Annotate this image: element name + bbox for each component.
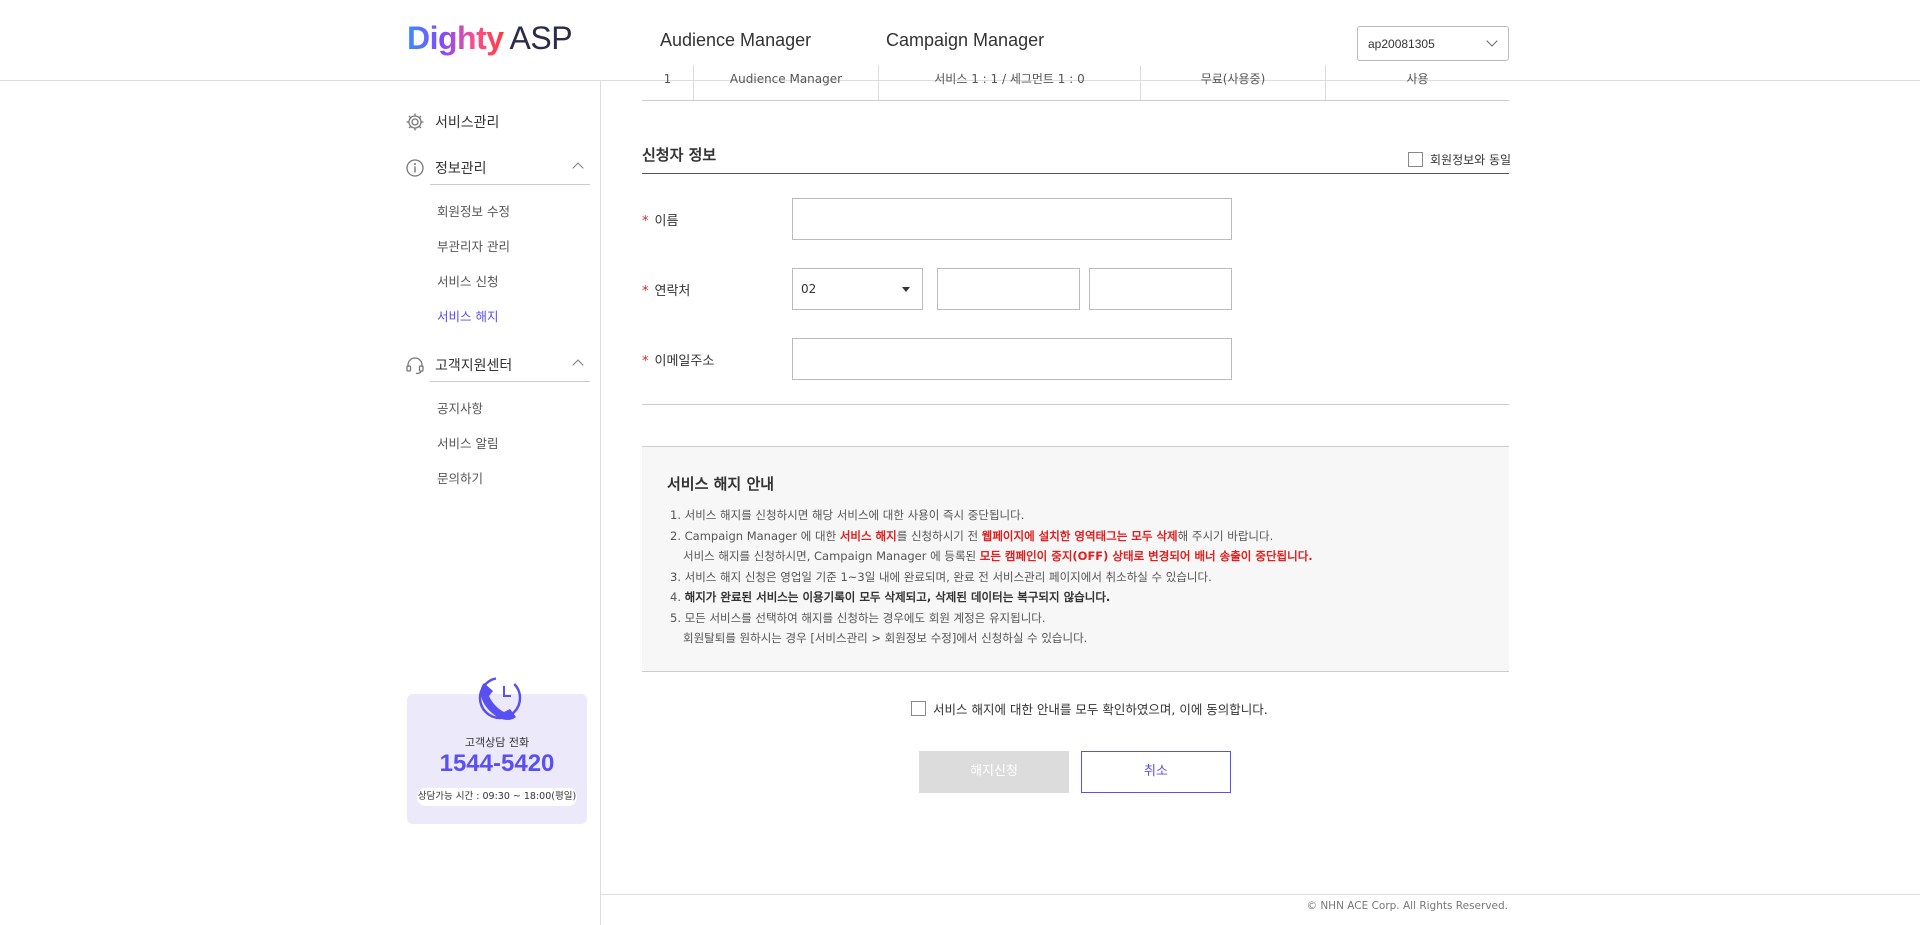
required-mark: * xyxy=(642,284,649,299)
notice-highlight: 서비스 해지 xyxy=(839,528,897,543)
phone-label-text: 연락처 xyxy=(654,284,691,299)
notice-highlight: 모든 캠페인이 중지(OFF) 상태로 변경되어 배너 송출이 중단됩니다. xyxy=(979,549,1313,563)
phone-last-input[interactable] xyxy=(1089,268,1232,310)
notice-highlight: 웹페이지에 설치한 영역태그는 모두 삭제 xyxy=(981,528,1178,543)
notice-emphasis: 해지가 완료된 서비스는 이용기록이 모두 삭제되고, 삭제된 데이터는 복구되… xyxy=(684,590,1111,604)
phone-prefix-select[interactable]: 02 xyxy=(792,268,923,310)
footer-divider xyxy=(601,894,1920,895)
section-divider xyxy=(642,173,1509,174)
cancel-notice-box: 서비스 해지 안내 1. 서비스 해지를 신청하시면 해당 서비스에 대한 사용… xyxy=(642,446,1509,672)
chevron-up-icon[interactable] xyxy=(572,359,584,371)
sidebar-item-service-alert[interactable]: 서비스 알림 xyxy=(405,426,590,461)
cs-phone-number: 1544-5420 xyxy=(439,750,555,777)
agree-label: 서비스 해지에 대한 안내를 모두 확인하였으며, 이에 동의합니다. xyxy=(933,702,1268,717)
account-select[interactable]: ap20081305 xyxy=(1357,26,1509,61)
table-cell: Audience Manager xyxy=(694,65,879,100)
sidebar-group-underline xyxy=(430,381,590,382)
sidebar-group-label: 정보관리 xyxy=(435,161,487,177)
phone-prefix-value: 02 xyxy=(801,282,817,296)
table-cell: 무료(사용중) xyxy=(1141,65,1326,100)
logo-brand: Dighty xyxy=(407,20,504,56)
form-divider xyxy=(642,404,1509,405)
chevron-down-icon xyxy=(1486,35,1498,47)
required-mark: * xyxy=(642,214,649,229)
name-label: * 이름 xyxy=(642,210,678,229)
email-input[interactable] xyxy=(792,338,1232,380)
checkbox[interactable] xyxy=(1408,152,1423,167)
headset-icon xyxy=(405,355,425,375)
notice-line: 1. 서비스 해지를 신청하시면 해당 서비스에 대한 사용이 즉시 중단됩니다… xyxy=(670,508,1025,522)
email-label: * 이메일주소 xyxy=(642,350,714,369)
sidebar-item-member-edit[interactable]: 회원정보 수정 xyxy=(405,194,590,229)
notice-text: 해 주시기 바랍니다. xyxy=(1177,528,1274,543)
account-select-value: ap20081305 xyxy=(1368,37,1435,51)
nav-campaign-manager[interactable]: Campaign Manager xyxy=(886,30,1044,51)
sidebar-group-service-manage[interactable]: 서비스관리 xyxy=(405,110,590,134)
sidebar-group-label: 고객지원센터 xyxy=(435,358,513,374)
table-cell: 1 xyxy=(642,65,694,100)
logo-suffix: ASP xyxy=(509,20,573,56)
sidebar-item-inquiry[interactable]: 문의하기 xyxy=(405,461,590,496)
notice-line: 5. 모든 서비스를 선택하여 해지를 신청하는 경우에도 회원 계정은 유지됩… xyxy=(670,610,1046,625)
notice-text: 2. Campaign Manager 에 대한 xyxy=(670,528,840,543)
cancel-button[interactable]: 취소 xyxy=(1081,751,1231,793)
sidebar-item-service-apply[interactable]: 서비스 신청 xyxy=(405,264,590,299)
phone-middle-input[interactable] xyxy=(937,268,1080,310)
notice-line: 2. Campaign Manager 에 대한 서비스 해지를 신청하시기 전… xyxy=(670,526,1313,547)
service-table-row: 1 Audience Manager 서비스 1 : 1 / 세그먼트 1 : … xyxy=(642,65,1509,101)
notice-line: 회원탈퇴를 원하시는 경우 [서비스관리 > 회원정보 수정]에서 신청하실 수… xyxy=(683,631,1088,645)
phone-call-icon xyxy=(470,673,524,727)
email-label-text: 이메일주소 xyxy=(654,354,715,369)
sidebar-divider xyxy=(600,81,601,925)
sidebar-group-underline xyxy=(430,184,590,185)
table-cell: 사용 xyxy=(1406,72,1429,86)
chevron-up-icon[interactable] xyxy=(572,162,584,174)
sidebar-item-sub-admin[interactable]: 부관리자 관리 xyxy=(405,229,590,264)
cs-hours: 상담가능 시간 : 09:30 ~ 18:00(평일) xyxy=(417,788,577,806)
name-label-text: 이름 xyxy=(654,214,679,229)
sidebar-item-notice[interactable]: 공지사항 xyxy=(405,391,590,426)
caret-down-icon xyxy=(902,287,910,292)
logo[interactable]: Dighty ASP xyxy=(407,20,573,57)
notice-line: 3. 서비스 해지 신청은 영업일 기준 1~3일 내에 완료되며, 완료 전 … xyxy=(670,569,1212,584)
sidebar-group-support[interactable]: 고객지원센터 xyxy=(405,353,590,377)
sidebar-group-label: 서비스관리 xyxy=(435,115,500,131)
name-input[interactable] xyxy=(792,198,1232,240)
apply-cancel-button[interactable]: 해지신청 xyxy=(919,751,1069,793)
applicant-section-title: 신청자 정보 xyxy=(642,146,717,164)
phone-label: * 연락처 xyxy=(642,280,690,299)
notice-line: 서비스 해지를 신청하시면, Campaign Manager 에 등록된 모든… xyxy=(670,546,1313,567)
notice-list: 1. 서비스 해지를 신청하시면 해당 서비스에 대한 사용이 즉시 중단됩니다… xyxy=(670,505,1313,649)
sidebar-item-service-cancel[interactable]: 서비스 해지 xyxy=(405,299,590,334)
required-mark: * xyxy=(642,354,649,369)
sidebar-group-info-manage[interactable]: 정보관리 xyxy=(405,156,590,180)
agree-checkbox-row[interactable]: 서비스 해지에 대한 안내를 모두 확인하였으며, 이에 동의합니다. xyxy=(911,699,1268,718)
gear-icon xyxy=(405,112,425,132)
cs-label: 고객상담 전화 xyxy=(464,736,530,749)
notice-text: 를 신청하시기 전 xyxy=(896,528,982,543)
info-icon xyxy=(405,158,425,178)
notice-title: 서비스 해지 안내 xyxy=(667,475,775,493)
notice-line: 4. 해지가 완료된 서비스는 이용기록이 모두 삭제되고, 삭제된 데이터는 … xyxy=(670,587,1313,608)
notice-text: 서비스 해지를 신청하시면, Campaign Manager 에 등록된 xyxy=(683,549,980,563)
same-as-member-label: 회원정보와 동일 xyxy=(1430,153,1512,167)
nav-audience-manager[interactable]: Audience Manager xyxy=(660,30,811,51)
same-as-member-checkbox[interactable]: 회원정보와 동일 xyxy=(1408,151,1511,168)
agree-checkbox[interactable] xyxy=(911,701,926,716)
copyright: © NHN ACE Corp. All Rights Reserved. xyxy=(1306,900,1508,912)
notice-text: 4. xyxy=(670,590,685,604)
table-cell: 서비스 1 : 1 / 세그먼트 1 : 0 xyxy=(879,65,1141,100)
